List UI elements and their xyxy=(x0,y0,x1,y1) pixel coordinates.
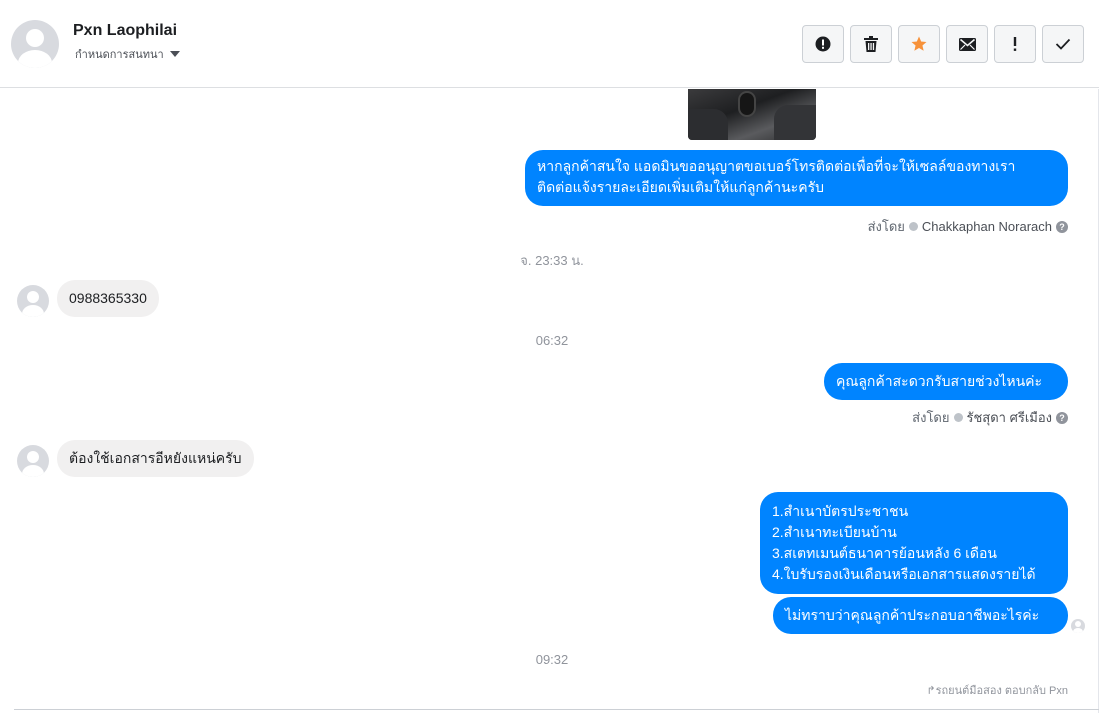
reply-context-note: ↱รถยนต์มือสอง ตอบกลับ Pxn xyxy=(926,685,1068,697)
customer-avatar[interactable] xyxy=(17,445,49,477)
composer-divider xyxy=(14,709,1099,710)
envelope-icon xyxy=(958,37,976,51)
mark-unread-button[interactable] xyxy=(946,25,988,63)
timestamp: 06:32 xyxy=(535,333,569,348)
sent-by-label: ส่งโดย xyxy=(912,410,950,425)
contact-name[interactable]: Pxn Laophilai xyxy=(73,22,177,40)
sent-by-info: ส่งโดย รัชสุดา ศรีเมือง ? xyxy=(912,407,1068,428)
check-icon xyxy=(1055,38,1071,50)
sender-name[interactable]: Chakkaphan Norarach xyxy=(922,219,1052,234)
help-icon[interactable]: ? xyxy=(1056,411,1068,424)
conversation-header: Pxn Laophilai กำหนดการสนทนา xyxy=(0,0,1099,88)
follow-up-button[interactable] xyxy=(994,25,1036,63)
incoming-message[interactable]: ต้องใช้เอกสารอีหยังแหน่ครับ xyxy=(57,440,254,477)
incoming-message[interactable]: 0988365330 xyxy=(57,280,159,317)
mark-spam-button[interactable] xyxy=(802,25,844,63)
outgoing-message[interactable]: คุณลูกค้าสะดวกรับสายช่วงไหนค่ะ xyxy=(824,363,1068,400)
admin-badge-icon xyxy=(908,222,918,231)
sent-by-label: ส่งโดย xyxy=(867,219,905,234)
star-button[interactable] xyxy=(898,25,940,63)
seen-avatar-icon xyxy=(1071,619,1085,633)
assign-conversation-dropdown[interactable]: กำหนดการสนทนา xyxy=(75,45,180,63)
outgoing-message[interactable]: 1.สำเนาบัตรประชาชน 2.สำเนาทะเบียนบ้าน 3.… xyxy=(760,492,1068,594)
delete-button[interactable] xyxy=(850,25,892,63)
timestamp: 09:32 xyxy=(535,652,569,667)
outgoing-message[interactable]: หากลูกค้าสนใจ แอดมินขออนุญาตขอเบอร์โทรติ… xyxy=(525,150,1068,206)
caret-down-icon xyxy=(169,51,180,57)
message-thread[interactable]: หากลูกค้าสนใจ แอดมินขออนุญาตขอเบอร์โทรติ… xyxy=(0,89,1099,709)
exclamation-icon xyxy=(1013,37,1017,51)
trash-icon xyxy=(864,36,878,52)
help-icon[interactable]: ? xyxy=(1056,220,1068,233)
sent-by-info: ส่งโดย Chakkaphan Norarach ? xyxy=(868,216,1068,237)
mark-done-button[interactable] xyxy=(1042,25,1084,63)
header-actions xyxy=(802,25,1084,63)
timestamp: จ. 23:33 น. xyxy=(520,253,584,268)
customer-avatar[interactable] xyxy=(17,285,49,317)
contact-avatar[interactable] xyxy=(11,20,59,68)
outgoing-message[interactable]: ไม่ทราบว่าคุณลูกค้าประกอบอาชีพอะไรค่ะ xyxy=(773,597,1068,634)
star-icon xyxy=(911,36,927,51)
alert-circle-icon xyxy=(815,36,831,52)
admin-badge-icon xyxy=(953,413,963,422)
shared-car-interior-photo[interactable] xyxy=(688,89,816,140)
assign-conversation-label: กำหนดการสนทนา xyxy=(75,49,164,61)
sender-name[interactable]: รัชสุดา ศรีเมือง xyxy=(967,407,1053,428)
